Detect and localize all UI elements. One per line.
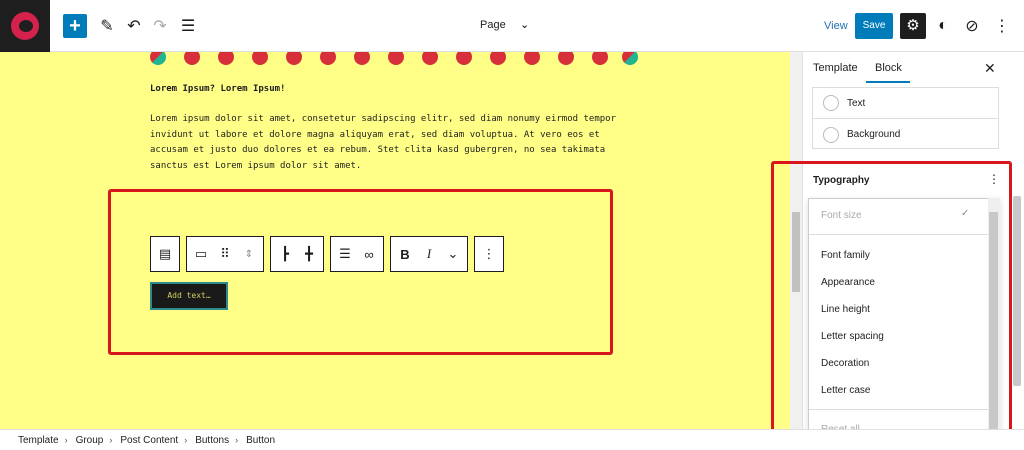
more-formats-chevron-icon[interactable]: ⌄ [445, 246, 461, 262]
color-item-label: Text [847, 97, 866, 109]
save-button[interactable]: Save [855, 13, 893, 39]
decorative-dot [524, 52, 540, 65]
undo-icon[interactable]: ↶ [122, 14, 146, 38]
options-group: ⋮ [474, 236, 504, 272]
decorative-dot [388, 52, 404, 65]
block-toolbar: ▤ ▭ ⠿ ⇕ ┣ ╋ ☰ ∞ B I ⌄ ⋮ [150, 236, 504, 272]
decorative-dot [150, 52, 166, 65]
decorative-dot [218, 52, 234, 65]
color-panel: Text Background [812, 87, 999, 149]
breadcrumb-item[interactable]: Button [246, 435, 275, 446]
move-up-down-icon[interactable]: ⇕ [241, 249, 257, 260]
add-block-button[interactable]: + [63, 14, 87, 38]
content-heading[interactable]: Lorem Ipsum? Lorem Ipsum! [150, 84, 285, 94]
decorative-dot [286, 52, 302, 65]
decorative-dot [422, 52, 438, 65]
button-block-icon[interactable]: ▭ [193, 246, 209, 262]
buttons-block-icon[interactable]: ▤ [157, 246, 173, 262]
link-icon[interactable]: ∞ [361, 247, 377, 262]
decorative-dot [184, 52, 200, 65]
color-item-text[interactable]: Text [813, 88, 998, 119]
color-swatch-icon [823, 126, 839, 143]
page-title[interactable]: Page [480, 19, 506, 31]
paragraph-line: accusam et justo duo dolores et ea rebum… [150, 145, 606, 155]
justify-center-icon[interactable]: ╋ [301, 246, 317, 262]
color-swatch-icon [823, 95, 839, 111]
highlight-box [108, 189, 613, 355]
decorative-dot [592, 52, 608, 65]
paragraph-line: Lorem ipsum dolor sit amet, consetetur s… [150, 114, 616, 124]
color-item-background[interactable]: Background [813, 119, 998, 150]
decorative-dot [558, 52, 574, 65]
close-icon[interactable]: ✕ [984, 60, 996, 77]
chevron-right-icon: › [184, 435, 188, 445]
decorative-dot [490, 52, 506, 65]
chevron-down-icon[interactable]: ⌄ [520, 18, 529, 31]
width-link-group: ☰ ∞ [330, 236, 384, 272]
top-toolbar: + ✎ ↶ ↷ ☰ Page ⌄ View Save ⚙ ◐ ⊘ ⋮ [0, 0, 1024, 52]
styles-contrast-icon[interactable]: ◐ [931, 14, 955, 38]
bold-icon[interactable]: B [397, 247, 413, 262]
breadcrumb-item[interactable]: Group [76, 435, 104, 446]
chevron-right-icon: › [64, 435, 68, 445]
logo-icon [11, 12, 39, 40]
decorative-dot [320, 52, 336, 65]
width-icon[interactable]: ☰ [337, 246, 353, 262]
breadcrumb: Template › Group › Post Content › Buttons › … [0, 429, 1024, 450]
justify-left-icon[interactable]: ┣ [277, 246, 293, 262]
breadcrumb-item[interactable]: Buttons [195, 435, 229, 446]
format-group: B I ⌄ [390, 236, 468, 272]
button-text-input[interactable]: Add text… [150, 282, 228, 310]
view-button[interactable]: View [824, 20, 848, 32]
paragraph-line: invidunt ut labore et dolore magna aliqu… [150, 129, 600, 140]
list-view-icon[interactable]: ☰ [176, 14, 200, 38]
settings-gear-icon[interactable]: ⚙ [900, 13, 926, 39]
tab-template[interactable]: Template [813, 62, 858, 74]
chevron-right-icon: › [235, 435, 239, 445]
paragraph-line: sanctus est Lorem ipsum dolor sit amet. [150, 160, 362, 171]
block-options-icon[interactable]: ⋮ [481, 246, 497, 262]
more-options-icon[interactable]: ⋮ [990, 14, 1014, 38]
breadcrumb-item[interactable]: Template [18, 435, 59, 446]
compass-icon[interactable]: ⊘ [960, 14, 984, 38]
site-logo[interactable] [0, 0, 50, 52]
active-tab-indicator [866, 81, 910, 83]
editor-app: + ✎ ↶ ↷ ☰ Page ⌄ View Save ⚙ ◐ ⊘ ⋮ Lorem… [0, 0, 1024, 450]
tab-block[interactable]: Block [875, 62, 902, 74]
sidebar-scroll-thumb[interactable] [1013, 196, 1021, 386]
redo-icon[interactable]: ↷ [148, 14, 172, 38]
drag-handle-icon[interactable]: ⠿ [217, 246, 233, 262]
decorative-dot [622, 52, 638, 65]
chevron-right-icon: › [109, 435, 113, 445]
block-move-group: ▭ ⠿ ⇕ [186, 236, 264, 272]
italic-icon[interactable]: I [421, 246, 437, 262]
decorative-dot [456, 52, 472, 65]
decorative-dot [354, 52, 370, 65]
content-paragraph[interactable]: Lorem ipsum dolor sit amet, consetetur s… [150, 112, 640, 174]
breadcrumb-item[interactable]: Post Content [120, 435, 178, 446]
block-type-group: ▤ [150, 236, 180, 272]
color-item-label: Background [847, 129, 901, 140]
highlight-box [771, 161, 1012, 442]
justify-group: ┣ ╋ [270, 236, 324, 272]
edit-pencil-icon[interactable]: ✎ [95, 14, 119, 38]
decorative-dot [252, 52, 268, 65]
